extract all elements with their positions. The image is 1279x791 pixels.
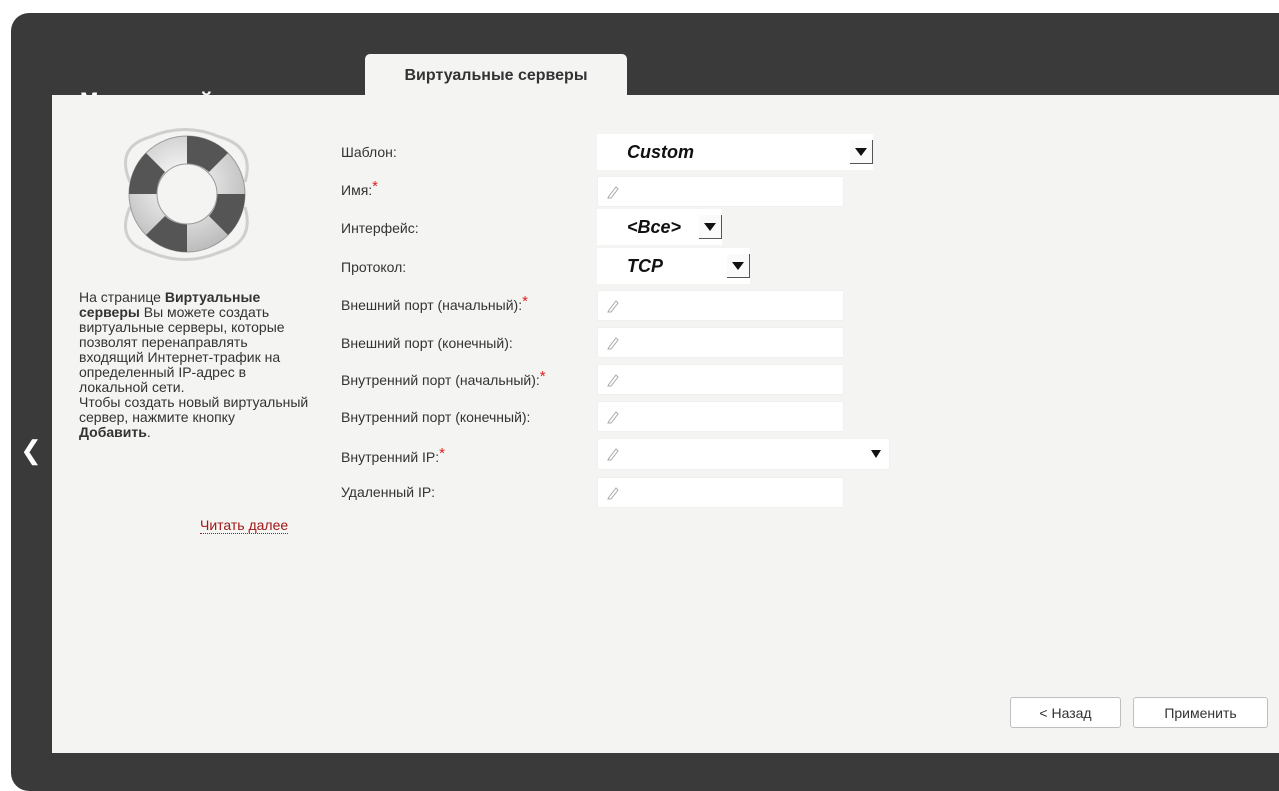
- interface-select[interactable]: <Все>: [597, 209, 722, 245]
- pencil-icon: [607, 337, 619, 350]
- chevron-down-icon[interactable]: [727, 254, 750, 278]
- triangle-down-icon[interactable]: [871, 450, 881, 458]
- ext-port-end-input[interactable]: [597, 327, 844, 358]
- back-button[interactable]: < Назад: [1010, 697, 1121, 728]
- pencil-icon: [607, 300, 619, 313]
- ext-port-end-label: Внешний порт (конечный):: [341, 335, 513, 351]
- int-port-end-input[interactable]: [597, 401, 844, 432]
- remote-ip-label: Удаленный IP:: [341, 484, 436, 500]
- pencil-icon: [607, 186, 619, 199]
- int-port-start-input[interactable]: [597, 364, 844, 395]
- tab-virtual-servers[interactable]: Виртуальные серверы: [365, 54, 627, 97]
- protocol-select[interactable]: TCP: [597, 248, 750, 284]
- ext-port-start-input[interactable]: [597, 290, 844, 321]
- pencil-icon: [607, 411, 619, 424]
- template-label: Шаблон:: [341, 144, 397, 160]
- pencil-icon: [607, 374, 619, 387]
- name-label: Имя:*: [341, 178, 379, 198]
- name-input[interactable]: [597, 176, 844, 207]
- int-port-end-label: Внутренний порт (конечный):: [341, 409, 531, 425]
- lifebuoy-icon: [124, 128, 249, 261]
- ext-port-start-label: Внешний порт (начальный):*: [341, 293, 528, 313]
- remote-ip-input[interactable]: [597, 477, 844, 508]
- internal-ip-label: Внутренний IP:*: [341, 445, 446, 465]
- chevron-down-icon[interactable]: [850, 140, 873, 164]
- read-more-link[interactable]: Читать далее: [200, 517, 289, 534]
- pencil-icon: [607, 487, 619, 500]
- help-text: На странице Виртуальные серверы Вы может…: [79, 289, 309, 440]
- int-port-start-label: Внутренний порт (начальный):*: [341, 368, 546, 388]
- back-arrow-icon[interactable]: ❮: [19, 437, 43, 463]
- protocol-label: Протокол:: [341, 259, 407, 275]
- chevron-down-icon[interactable]: [699, 215, 722, 239]
- interface-label: Интерфейс:: [341, 220, 419, 236]
- pencil-icon: [607, 448, 619, 461]
- apply-button[interactable]: Применить: [1133, 697, 1268, 728]
- template-select[interactable]: Custom: [597, 134, 873, 170]
- internal-ip-combobox[interactable]: [597, 438, 890, 470]
